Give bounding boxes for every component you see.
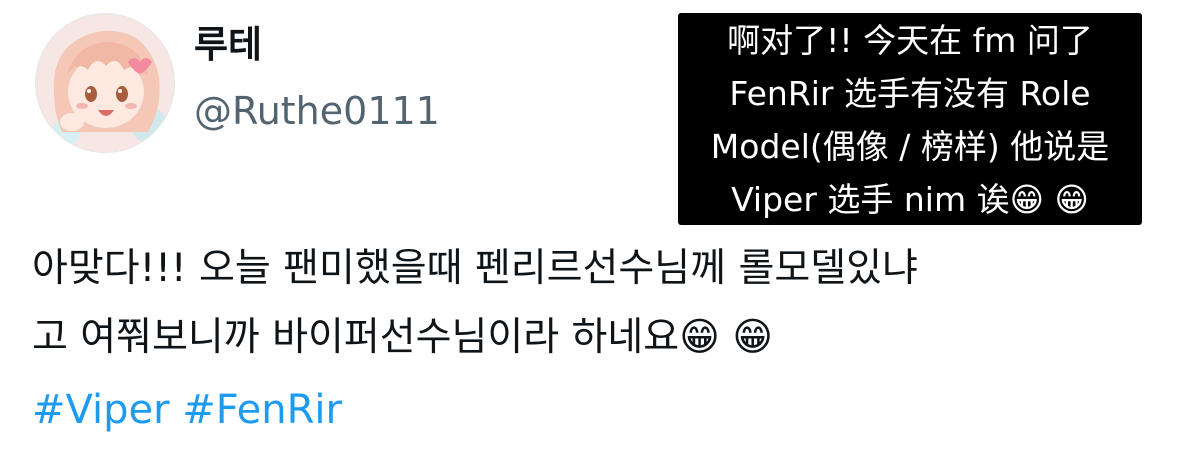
anime-girl-avatar-icon: [36, 14, 174, 152]
hashtag-link[interactable]: #Viper: [32, 387, 170, 433]
translation-overlay: 啊对了!! 今天在 fm 问了 FenRir 选手有没有 Role Model(…: [678, 13, 1142, 225]
translation-line: Viper 选手 nim 诶😁 😁: [731, 180, 1089, 219]
tweet-text-line: 아맞다!!! 오늘 팬미했을때 펜리르선수님께 롤모델있냐: [32, 246, 918, 291]
translation-line: Model(偶像 / 榜样) 他说是: [710, 127, 1110, 166]
translation-line: 啊对了!! 今天在 fm 问了: [727, 21, 1093, 60]
translation-line: FenRir 选手有没有 Role: [729, 74, 1091, 113]
avatar[interactable]: [35, 13, 175, 153]
hashtag-row: #Viper #FenRir: [32, 384, 342, 436]
hashtag-link[interactable]: #FenRir: [182, 387, 342, 433]
display-name[interactable]: 루테: [194, 23, 262, 67]
user-handle[interactable]: @Ruthe0111: [194, 88, 440, 134]
tweet-text-line: 고 여쭤보니까 바이퍼선수님이라 하네요😁 😁: [32, 315, 773, 360]
